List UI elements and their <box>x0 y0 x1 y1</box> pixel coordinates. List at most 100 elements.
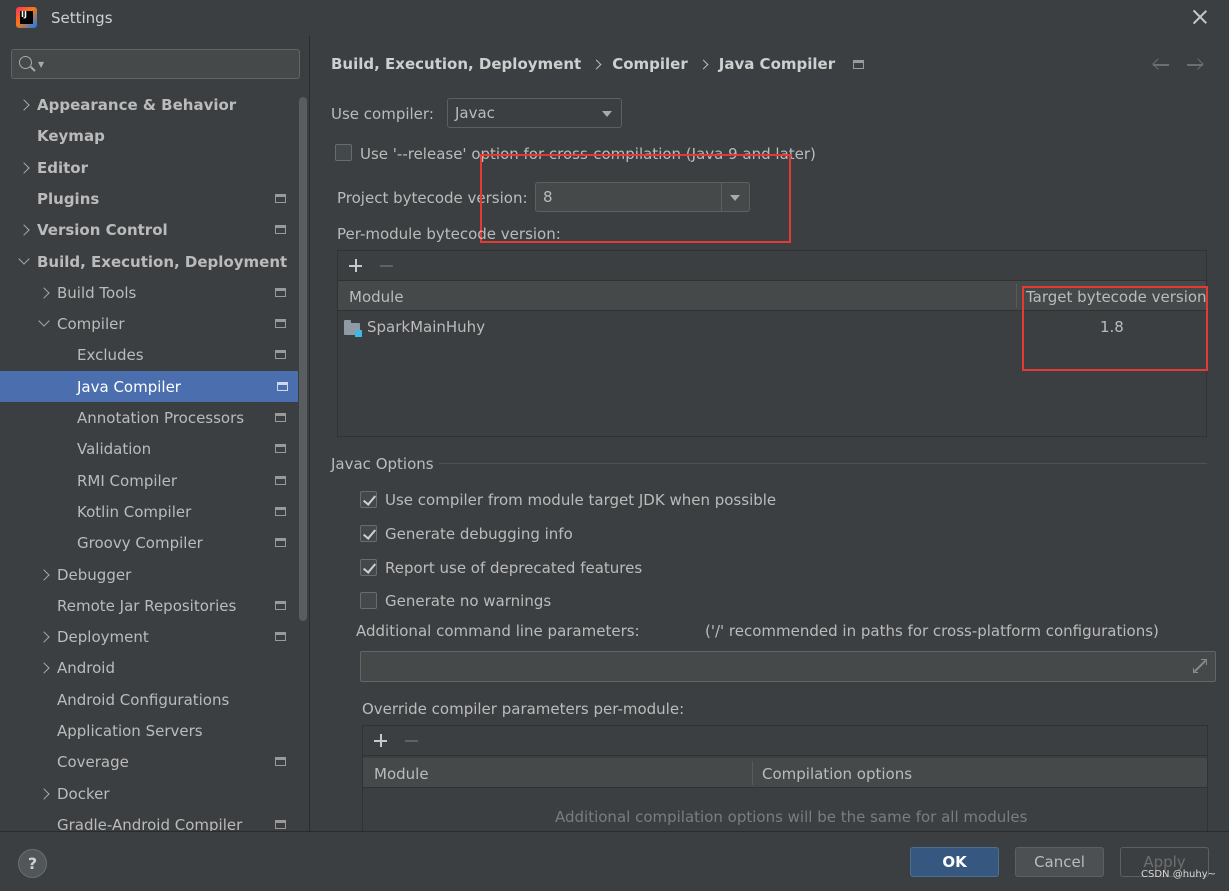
sidebar-item-plugins[interactable]: Plugins <box>0 183 298 214</box>
sidebar-item-deployment[interactable]: Deployment <box>0 621 298 652</box>
breadcrumb-item[interactable]: Build, Execution, Deployment <box>331 55 581 73</box>
sidebar-item-editor[interactable]: Editor <box>0 152 298 183</box>
sidebar-item-excludes[interactable]: Excludes <box>0 339 298 370</box>
annotation-highlight-box <box>1022 286 1208 371</box>
option-label: Generate no warnings <box>385 592 552 610</box>
option-checkbox[interactable] <box>360 559 377 576</box>
sidebar-item-label: Coverage <box>57 752 129 771</box>
sidebar-item-label: Groovy Compiler <box>77 533 203 552</box>
breadcrumb: Build, Execution, Deployment Compiler Ja… <box>331 55 865 73</box>
additional-params-label: Additional command line parameters: <box>356 622 640 640</box>
column-divider[interactable] <box>1016 284 1017 308</box>
column-divider[interactable] <box>752 761 753 785</box>
table-header: Module Compilation options <box>363 758 1207 788</box>
sidebar-item-android[interactable]: Android <box>0 652 298 683</box>
sidebar-item-label: Editor <box>37 158 88 177</box>
sidebar-item-build-execution-deployment[interactable]: Build, Execution, Deployment <box>0 246 298 277</box>
sidebar-item-label: Compiler <box>57 314 125 333</box>
search-input[interactable]: ▼ <box>11 49 300 79</box>
chevron-right-icon <box>591 59 602 69</box>
project-scope-icon <box>275 444 286 453</box>
sidebar-item-application-servers[interactable]: Application Servers <box>0 715 298 746</box>
table-toolbar <box>363 726 1207 756</box>
close-icon[interactable] <box>1191 8 1209 26</box>
sidebar-item-label: RMI Compiler <box>77 471 178 490</box>
sidebar-item-label: Application Servers <box>57 721 203 740</box>
column-header-compilation-options[interactable]: Compilation options <box>762 765 912 783</box>
option-checkbox[interactable] <box>360 491 377 508</box>
forward-arrow-icon[interactable] <box>1186 58 1204 72</box>
chevron-down-icon[interactable] <box>38 315 50 327</box>
window-title: Settings <box>51 9 113 27</box>
column-header-module[interactable]: Module <box>374 765 429 783</box>
project-scope-icon <box>275 288 286 297</box>
sidebar-item-label: Validation <box>77 439 152 458</box>
sidebar-item-debugger[interactable]: Debugger <box>0 559 298 590</box>
module-name: SparkMainHuhy <box>367 318 486 336</box>
back-arrow-icon[interactable] <box>1152 58 1170 72</box>
search-icon <box>19 56 32 69</box>
sidebar-item-java-compiler[interactable]: Java Compiler <box>0 371 298 402</box>
sidebar-item-label: Remote Jar Repositories <box>57 596 237 615</box>
title-bar: IJ Settings <box>0 0 1229 36</box>
chevron-right-icon[interactable] <box>38 287 50 299</box>
release-option-checkbox[interactable] <box>335 144 352 161</box>
sidebar-item-appearance-behavior[interactable]: Appearance & Behavior <box>0 89 298 120</box>
sidebar-item-label: Plugins <box>37 189 100 208</box>
project-scope-icon <box>275 319 286 328</box>
override-label: Override compiler parameters per-module: <box>362 700 685 718</box>
option-label: Report use of deprecated features <box>385 559 643 577</box>
chevron-right-icon[interactable] <box>38 631 50 643</box>
sidebar-item-validation[interactable]: Validation <box>0 433 298 464</box>
sidebar-item-remote-jar-repositories[interactable]: Remote Jar Repositories <box>0 590 298 621</box>
sidebar-item-label: Deployment <box>57 627 149 646</box>
project-scope-icon <box>275 476 286 485</box>
project-scope-icon <box>275 194 286 203</box>
expand-icon[interactable] <box>1193 659 1207 673</box>
chevron-right-icon <box>698 59 709 69</box>
breadcrumb-item[interactable]: Compiler <box>612 55 688 73</box>
sidebar-item-keymap[interactable]: Keymap <box>0 120 298 151</box>
sidebar-item-docker[interactable]: Docker <box>0 778 298 809</box>
watermark: CSDN @huhy~ <box>1141 869 1216 880</box>
chevron-down-icon[interactable] <box>18 253 30 265</box>
sidebar-item-label: Annotation Processors <box>77 408 245 427</box>
additional-params-input[interactable] <box>360 651 1216 682</box>
option-checkbox[interactable] <box>360 592 377 609</box>
option-checkbox[interactable] <box>360 525 377 542</box>
additional-params-hint: ('/' recommended in paths for cross-plat… <box>705 622 1159 640</box>
sidebar-item-label: Build, Execution, Deployment <box>37 252 288 271</box>
cancel-button[interactable]: Cancel <box>1015 847 1104 877</box>
sidebar-item-version-control[interactable]: Version Control <box>0 214 298 245</box>
help-icon[interactable]: ? <box>18 849 47 878</box>
sidebar-item-coverage[interactable]: Coverage <box>0 746 298 777</box>
sidebar-scrollbar[interactable] <box>298 89 308 831</box>
use-compiler-dropdown[interactable]: Javac <box>447 98 622 128</box>
chevron-right-icon[interactable] <box>18 99 30 111</box>
sidebar-item-kotlin-compiler[interactable]: Kotlin Compiler <box>0 496 298 527</box>
column-header-module[interactable]: Module <box>349 288 404 306</box>
chevron-right-icon[interactable] <box>18 162 30 174</box>
chevron-right-icon[interactable] <box>38 569 50 581</box>
scrollbar-thumb[interactable] <box>299 97 307 621</box>
remove-icon <box>405 734 419 748</box>
ok-button[interactable]: OK <box>910 847 999 877</box>
sidebar-item-rmi-compiler[interactable]: RMI Compiler <box>0 465 298 496</box>
add-icon[interactable] <box>349 259 363 273</box>
chevron-right-icon[interactable] <box>38 662 50 674</box>
sidebar-item-label: Android Configurations <box>57 690 230 709</box>
project-scope-icon <box>853 59 865 69</box>
sidebar-item-gradle-android-compiler[interactable]: Gradle-Android Compiler <box>0 809 298 831</box>
sidebar-item-compiler[interactable]: Compiler <box>0 308 298 339</box>
add-icon[interactable] <box>374 734 388 748</box>
main-panel: Build, Execution, Deployment Compiler Ja… <box>311 36 1229 831</box>
dialog-footer: ? OK Cancel Apply CSDN @huhy~ <box>0 831 1229 891</box>
sidebar-item-android-configurations[interactable]: Android Configurations <box>0 684 298 715</box>
chevron-right-icon[interactable] <box>18 224 30 236</box>
override-params-table: Module Compilation options Additional co… <box>362 725 1208 831</box>
sidebar-item-build-tools[interactable]: Build Tools <box>0 277 298 308</box>
project-scope-icon <box>275 413 286 422</box>
sidebar-item-groovy-compiler[interactable]: Groovy Compiler <box>0 527 298 558</box>
chevron-right-icon[interactable] <box>38 788 50 800</box>
sidebar-item-annotation-processors[interactable]: Annotation Processors <box>0 402 298 433</box>
